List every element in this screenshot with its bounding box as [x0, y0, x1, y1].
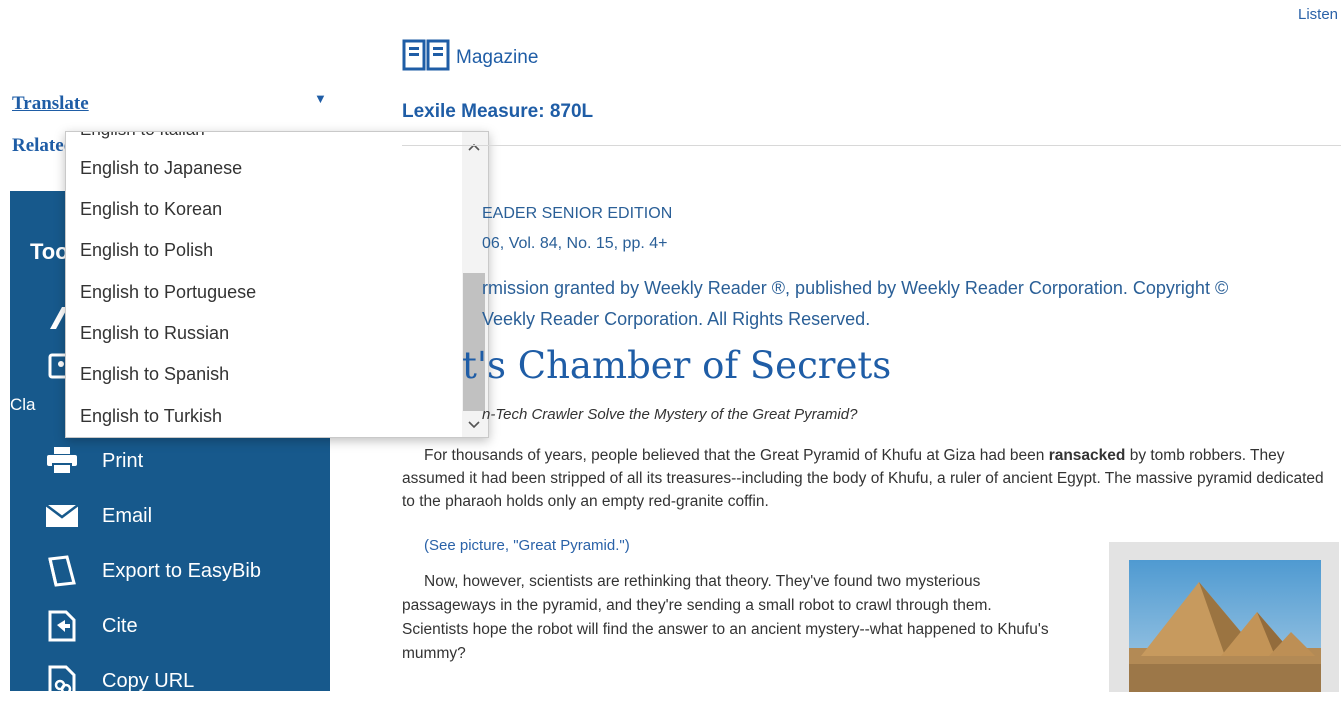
see-picture-link[interactable]: (See picture, "Great Pyramid.") [424, 537, 630, 554]
pyramid-image[interactable] [1129, 560, 1321, 692]
cite-icon [46, 610, 78, 642]
email-button[interactable]: Email [46, 496, 316, 536]
easybib-icon [46, 555, 78, 587]
dropdown-item[interactable]: English to Russian [66, 313, 462, 354]
para2-text: Now, however, scientists are rethinking … [402, 573, 1049, 662]
listen-link[interactable]: Listen [1298, 6, 1338, 23]
translate-link[interactable]: Translate [12, 93, 89, 115]
translate-dropdown[interactable]: English to Italian English to Japanese E… [65, 131, 489, 438]
export-easybib-label: Export to EasyBib [102, 559, 261, 582]
dropdown-item[interactable]: English to Korean [66, 189, 462, 230]
lexile-measure: Lexile Measure: 870L [402, 101, 594, 122]
copy-url-label: Copy URL [102, 669, 195, 692]
export-easybib-button[interactable]: Export to EasyBib [46, 551, 316, 591]
dropdown-item-partial[interactable]: English to Italian [80, 132, 205, 140]
article-subtitle: n-Tech Crawler Solve the Mystery of the … [482, 406, 858, 423]
copy-url-button[interactable]: Copy URL [46, 661, 316, 701]
source-type-label: Magazine [456, 46, 539, 68]
source-citation: 06, Vol. 84, No. 15, pp. 4+ [482, 235, 668, 252]
scroll-up-icon[interactable] [467, 141, 481, 153]
email-label: Email [102, 504, 153, 527]
dropdown-item[interactable]: English to Polish [66, 230, 462, 271]
cite-label: Cite [102, 614, 138, 637]
dropdown-item[interactable]: English to Portuguese [66, 272, 462, 313]
print-label: Print [102, 449, 144, 472]
dropdown-item[interactable]: English to Turkish [66, 396, 462, 437]
magazine-icon [402, 38, 450, 77]
envelope-icon [46, 500, 78, 532]
classroom-label-fragment: Cla [10, 395, 36, 414]
link-icon [46, 665, 78, 697]
printer-icon [46, 445, 78, 477]
source-type: Magazine [402, 38, 538, 77]
article-paragraph: Now, however, scientists are rethinking … [402, 570, 1052, 666]
source-title: EADER SENIOR EDITION [482, 205, 673, 222]
dropdown-item[interactable]: English to Japanese [66, 148, 462, 189]
permission-text-line2: Veekly Reader Corporation. All Rights Re… [482, 309, 871, 329]
dropdown-item[interactable]: English to Spanish [66, 354, 462, 395]
vocabulary-word[interactable]: ransacked [1049, 447, 1126, 464]
cite-button[interactable]: Cite [46, 606, 316, 646]
pyramid-image-frame[interactable] [1109, 542, 1339, 692]
print-button[interactable]: Print [46, 441, 316, 481]
scroll-down-icon[interactable] [467, 419, 481, 431]
para1-text: For thousands of years, people believed … [424, 447, 1049, 464]
article-paragraph: For thousands of years, people believed … [402, 444, 1337, 513]
article-headline: t's Chamber of Secrets [462, 344, 892, 387]
caret-down-icon[interactable]: ▼ [314, 91, 327, 106]
divider [402, 145, 1341, 146]
permission-text-line1: rmission granted by Weekly Reader ®, pub… [482, 278, 1229, 298]
